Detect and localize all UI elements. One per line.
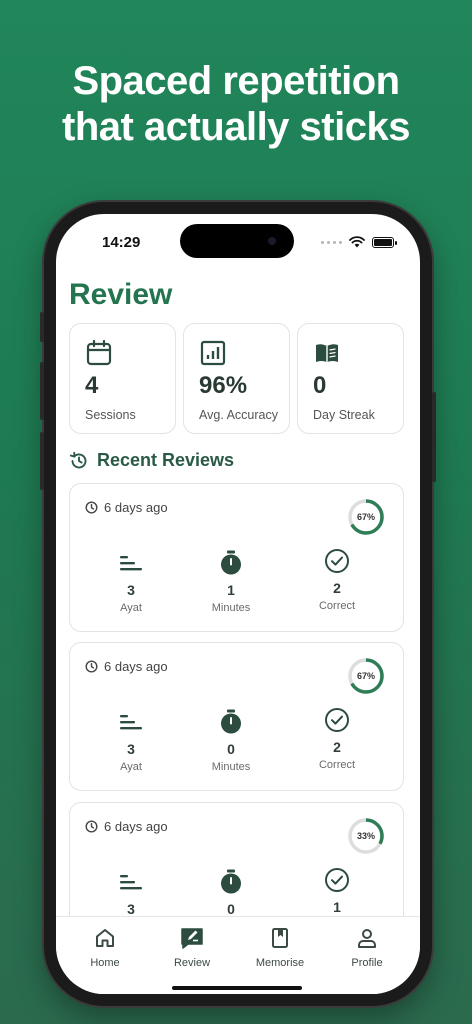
metric-correct: 2 Correct [297, 707, 377, 771]
dynamic-island [180, 224, 294, 258]
metric-label: Ayat [120, 602, 142, 614]
review-when-text: 6 days ago [104, 819, 168, 834]
metric-value: 2 [333, 739, 341, 755]
metric-label: Minutes [211, 761, 251, 773]
status-time: 14:29 [102, 234, 141, 251]
review-date: 6 days ago [85, 819, 168, 834]
battery-icon [372, 236, 397, 248]
stat-card-accuracy: 96% Avg. Accuracy [183, 323, 290, 434]
home-indicator[interactable] [172, 986, 302, 990]
headline: Spaced repetition that actually sticks [0, 58, 472, 150]
phone-frame: 14:29 Review 4 Sessions 96% Avg. Accurac… [40, 202, 436, 1006]
metric-value: 2 [333, 580, 341, 596]
review-card[interactable]: 6 days ago 67% 3 Ayat [69, 642, 404, 791]
wifi-icon [349, 236, 365, 248]
check-circle-icon [325, 708, 349, 732]
bars-list-icon [120, 556, 142, 571]
check-circle-icon [325, 549, 349, 573]
tab-label: Memorise [255, 957, 305, 969]
metric-minutes: 1 Minutes [191, 550, 271, 614]
review-when-text: 6 days ago [104, 500, 168, 515]
stat-label: Day Streak [313, 408, 375, 422]
profile-icon [358, 929, 376, 948]
stat-value: 96% [199, 372, 248, 399]
bars-list-icon [120, 875, 142, 890]
home-icon [96, 929, 114, 947]
tab-home[interactable]: Home [70, 925, 140, 969]
stat-label: Sessions [85, 408, 136, 422]
calendar-icon [86, 340, 112, 366]
tab-label: Review [173, 957, 211, 969]
stopwatch-icon [221, 869, 241, 894]
book-icon [316, 344, 338, 362]
tab-label: Home [90, 957, 120, 969]
history-icon [69, 451, 87, 468]
phone-power-button [432, 392, 436, 482]
chart-icon [200, 340, 226, 366]
stopwatch-icon [221, 709, 241, 734]
clock-icon [85, 820, 98, 833]
phone-volume-up-button [40, 362, 44, 420]
metric-value: 0 [227, 901, 235, 917]
signal-dots-icon [321, 240, 342, 244]
metric-value: 3 [127, 582, 135, 598]
review-date: 6 days ago [85, 659, 168, 674]
stopwatch-icon [221, 550, 241, 575]
app-screen: 14:29 Review 4 Sessions 96% Avg. Accurac… [56, 214, 420, 994]
check-circle-icon [325, 868, 349, 892]
phone-volume-down-button [40, 432, 44, 490]
tab-label: Profile [351, 957, 383, 969]
accuracy-percent: 67% [356, 671, 375, 681]
stat-value: 4 [85, 372, 99, 399]
review-icon [181, 928, 203, 949]
stat-value: 0 [313, 372, 327, 399]
accuracy-percent: 33% [356, 831, 375, 841]
metric-minutes: 0 Minutes [191, 709, 271, 773]
tab-memorise[interactable]: Memorise [245, 925, 315, 969]
clock-icon [85, 501, 98, 514]
metric-value: 3 [127, 901, 135, 917]
section-title: Recent Reviews [97, 450, 235, 470]
metric-label: Correct [318, 600, 356, 612]
stat-label: Avg. Accuracy [199, 408, 278, 422]
stat-card-sessions: 4 Sessions [69, 323, 176, 434]
accuracy-percent: 67% [356, 512, 375, 522]
stat-card-streak: 0 Day Streak [297, 323, 404, 434]
metric-label: Correct [318, 759, 356, 771]
tab-review[interactable]: Review [157, 925, 227, 969]
metric-value: 1 [227, 582, 235, 598]
review-when-text: 6 days ago [104, 659, 168, 674]
metric-value: 0 [227, 741, 235, 757]
metric-ayat: 3 Ayat [91, 709, 171, 773]
page-title: Review [69, 278, 173, 311]
tab-profile[interactable]: Profile [332, 925, 402, 969]
review-card[interactable]: 6 days ago 67% 3 Ayat [69, 483, 404, 632]
metric-value: 1 [333, 899, 341, 915]
metric-label: Minutes [211, 602, 251, 614]
headline-line-1: Spaced repetition [72, 59, 400, 103]
bars-list-icon [120, 715, 142, 730]
bookmark-icon [272, 928, 288, 948]
clock-icon [85, 660, 98, 673]
phone-action-button [40, 312, 44, 342]
headline-line-2: that actually sticks [62, 105, 410, 149]
metric-label: Ayat [120, 761, 142, 773]
metric-correct: 2 Correct [297, 548, 377, 612]
status-icons [321, 236, 397, 248]
metric-ayat: 3 Ayat [91, 550, 171, 614]
tab-bar: Home Review Memorise Profile [56, 916, 420, 994]
recent-reviews-heading: Recent Reviews [69, 450, 234, 471]
metric-value: 3 [127, 741, 135, 757]
review-date: 6 days ago [85, 500, 168, 515]
